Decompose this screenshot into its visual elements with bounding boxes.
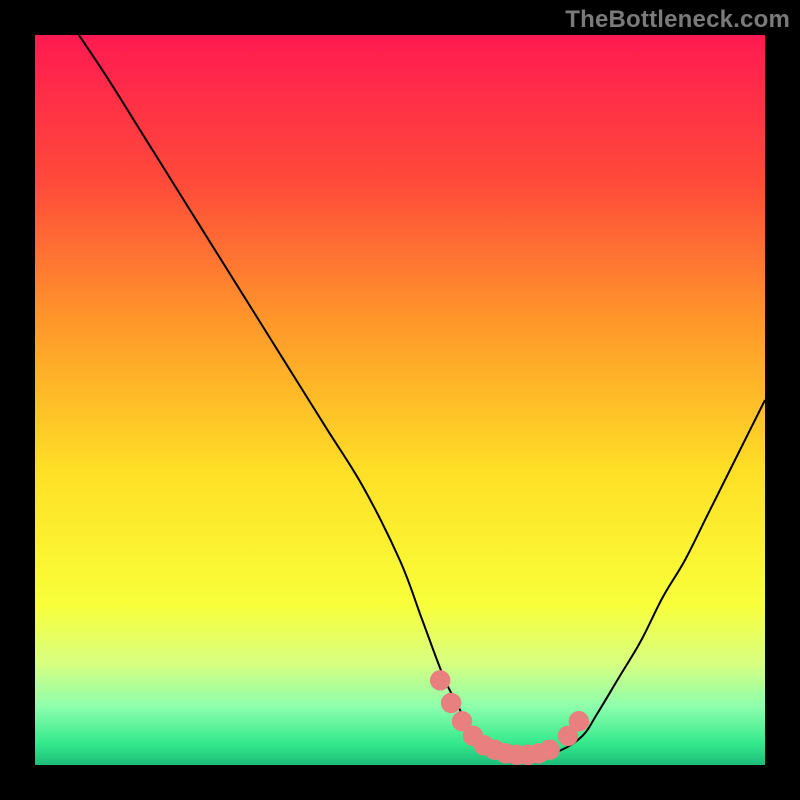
optimal-dot — [569, 711, 589, 731]
optimal-dot — [539, 739, 559, 759]
chart-plot-area — [35, 35, 765, 765]
gradient-background — [35, 35, 765, 765]
optimal-dot — [430, 670, 450, 690]
watermark-label: TheBottleneck.com — [565, 6, 790, 34]
chart-frame: TheBottleneck.com — [0, 0, 800, 800]
optimal-dot — [441, 693, 461, 713]
chart-svg — [35, 35, 765, 765]
